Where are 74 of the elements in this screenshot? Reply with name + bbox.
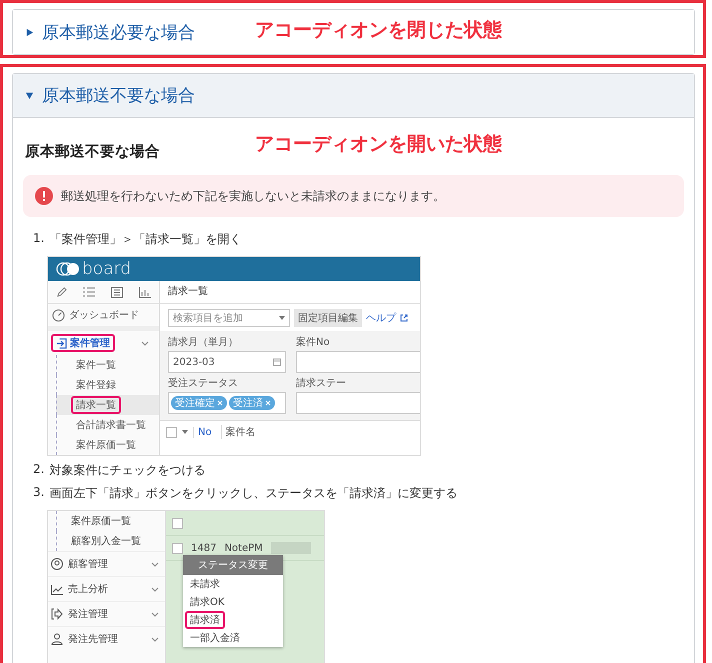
checkbox[interactable]: [172, 542, 183, 554]
step-text: 「案件管理」＞「請求一覧」を開く: [49, 231, 242, 248]
external-link-icon[interactable]: [400, 314, 408, 322]
dropdown-icon: [279, 316, 285, 320]
chevron-icon[interactable]: [141, 340, 149, 346]
column-header[interactable]: 案件名: [220, 425, 260, 439]
checkbox[interactable]: [172, 518, 183, 528]
person-circle-icon: [51, 558, 63, 570]
arrow-icon: [51, 608, 63, 620]
table-cell: 1487: [191, 542, 216, 554]
menu-group[interactable]: 顧客管理: [48, 551, 165, 576]
date-field[interactable]: 2023-03: [168, 351, 286, 373]
caret-icon: [25, 28, 34, 36]
menu-option[interactable]: 一部入金済: [183, 629, 283, 647]
checkbox[interactable]: [166, 426, 177, 438]
submenu-item[interactable]: 案件一覧: [56, 355, 159, 375]
chevron-icon: [151, 612, 159, 616]
edit-button[interactable]: 固定項目編集: [294, 309, 362, 327]
calendar-icon: [273, 358, 281, 366]
alert-text: 郵送処理を行わないため下記を実施しないと未請求のままになります。: [61, 188, 445, 204]
blurred-cell: [270, 542, 311, 554]
submenu-item[interactable]: 合計請求書一覧: [56, 415, 159, 435]
page-title: 請求一覧: [160, 281, 420, 304]
menu-group[interactable]: 発注管理: [48, 601, 165, 626]
field-label: 請求月（単月）: [168, 336, 239, 349]
gauge-icon: [52, 308, 65, 322]
search-select[interactable]: 検索項目を追加: [168, 309, 290, 327]
dropdown-icon[interactable]: [182, 430, 188, 434]
field-label: 案件No: [296, 336, 331, 349]
field-label: 請求ステー: [296, 376, 347, 390]
person-icon: [51, 633, 63, 645]
help-link[interactable]: ヘルプ: [366, 311, 396, 325]
input-field[interactable]: [296, 351, 420, 373]
menu-option[interactable]: 請求OK: [183, 593, 283, 611]
submenu-item[interactable]: 案件原価一覧: [56, 511, 165, 531]
pencil-icon[interactable]: [56, 286, 67, 298]
table-cell: NotePM: [224, 542, 263, 554]
menu-title: ステータス変更: [183, 555, 283, 575]
menu-group[interactable]: 発注先管理: [48, 626, 165, 651]
chevron-icon: [151, 586, 159, 592]
step-number: 3.: [33, 485, 44, 501]
logo-text: board: [82, 259, 132, 279]
section-heading: 原本郵送不要な場合: [25, 142, 160, 161]
chevron-icon: [151, 636, 159, 642]
input-field[interactable]: [296, 392, 420, 414]
document-icon[interactable]: [111, 286, 123, 298]
submenu-item[interactable]: 顧客別入金一覧: [56, 531, 165, 551]
enter-icon: [56, 338, 67, 348]
alert-icon: [35, 187, 53, 205]
submenu-item[interactable]: 請求一覧: [56, 395, 159, 415]
sidebar-label: ダッシュボード: [69, 309, 139, 322]
field-label: 受注ステータス: [168, 376, 239, 390]
annotation-label: アコーディオンを閉じた状態: [255, 18, 502, 43]
chart-icon[interactable]: [139, 286, 151, 298]
annotation-label: アコーディオンを開いた状態: [255, 132, 502, 157]
remove-icon[interactable]: [265, 400, 271, 406]
accordion-header[interactable]: 原本郵送不要な場合: [13, 74, 694, 118]
column-header[interactable]: No: [193, 426, 216, 438]
menu-option[interactable]: 請求済: [183, 611, 283, 629]
step-number: 1.: [33, 231, 44, 247]
line-chart-icon: [51, 583, 63, 595]
remove-icon[interactable]: [217, 400, 223, 406]
logo-icon: [56, 262, 80, 276]
menu-option[interactable]: 未請求: [183, 575, 283, 593]
chevron-icon: [151, 562, 159, 566]
caret-icon: [25, 91, 34, 100]
menu-group[interactable]: 売上分析: [48, 576, 165, 601]
sidebar-item[interactable]: ダッシュボード: [48, 304, 159, 326]
step-text: 対象案件にチェックをつける: [49, 462, 206, 479]
list-icon[interactable]: [83, 287, 95, 297]
step-text: 画面左下「請求」ボタンをクリックし、ステータスを「請求済」に変更する: [49, 485, 458, 502]
submenu-item[interactable]: 案件原価一覧: [56, 435, 159, 455]
menu-group[interactable]: 案件管理: [51, 334, 115, 352]
step-number: 2.: [33, 462, 44, 478]
